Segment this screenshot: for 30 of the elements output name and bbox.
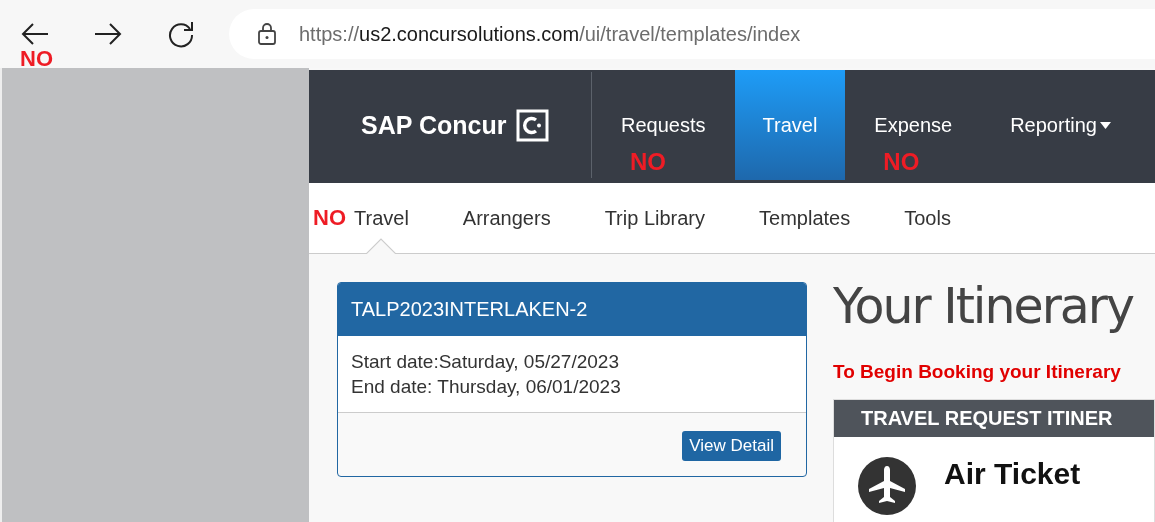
nav-tab[interactable]: Requests NO bbox=[592, 70, 735, 180]
view-detail-button[interactable]: View Detail bbox=[682, 431, 781, 461]
annotation-label: NO bbox=[630, 148, 666, 176]
page-heading: Your Itinerary bbox=[833, 278, 1135, 335]
reload-icon bbox=[167, 20, 195, 48]
sub-nav-tab[interactable]: Templates bbox=[759, 183, 851, 253]
nav-tab[interactable]: Reporting bbox=[981, 70, 1140, 180]
url-text: https://us2.concursolutions.com/ui/travel/templates/index bbox=[299, 22, 801, 46]
start-date: Start date:Saturday, 05/27/2023 bbox=[351, 350, 620, 374]
sub-nav-tab[interactable]: Arrangers bbox=[462, 183, 551, 253]
notice-text: To Begin Booking your Itinerary bbox=[833, 361, 1122, 383]
panel-header: TRAVEL REQUEST ITINER bbox=[834, 400, 1154, 437]
sub-nav-tab[interactable]: Travel bbox=[354, 183, 409, 253]
sub-nav-tab[interactable]: Tools bbox=[904, 183, 951, 253]
nav-tab[interactable]: Travel bbox=[734, 70, 846, 180]
address-bar[interactable]: https://us2.concursolutions.com/ui/travel/templates/index bbox=[229, 9, 1155, 59]
forward-arrow-icon bbox=[94, 23, 122, 45]
logo-text: SAP Concur bbox=[361, 110, 507, 140]
nav-tab[interactable]: Expense NO bbox=[845, 70, 982, 180]
annotation-label: NO bbox=[20, 46, 53, 72]
airplane-icon bbox=[858, 457, 916, 515]
back-arrow-icon bbox=[21, 23, 49, 45]
lock-icon bbox=[257, 22, 277, 46]
sub-nav-tab[interactable]: Trip Library bbox=[604, 183, 706, 253]
item-title: Air Ticket bbox=[944, 457, 1081, 491]
logo-icon bbox=[516, 108, 550, 142]
end-date: End date: Thursday, 06/01/2023 bbox=[351, 375, 622, 399]
annotation-label: NO bbox=[313, 205, 346, 231]
card-title: TALP2023INTERLAKEN-2 bbox=[338, 283, 806, 336]
annotation-label: NO bbox=[883, 148, 920, 176]
